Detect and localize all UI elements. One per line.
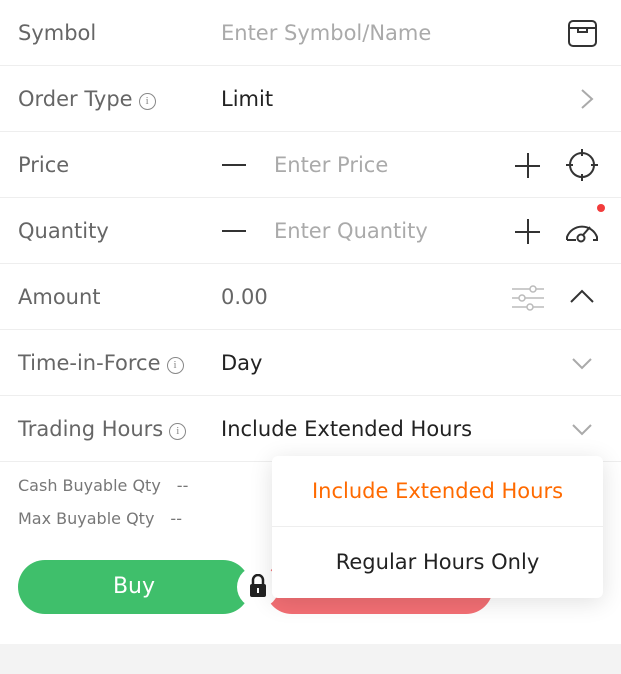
cash-buyable-qty: Cash Buyable Qty -- (18, 476, 189, 495)
price-row: Price Enter Price (0, 132, 621, 198)
price-plus-button[interactable] (515, 153, 540, 178)
info-icon[interactable]: i (138, 93, 156, 110)
sliders-icon[interactable] (512, 285, 544, 311)
trading-hours-value: Include Extended Hours (221, 417, 473, 441)
price-minus-button[interactable] (222, 164, 246, 166)
trading-hours-dropdown: Include Extended Hours Regular Hours Onl… (272, 456, 603, 598)
option-include-extended-hours[interactable]: Include Extended Hours (272, 456, 603, 527)
box-icon[interactable] (568, 20, 597, 47)
chevron-right-icon (581, 89, 594, 109)
time-in-force-label: Time-in-Force (18, 351, 161, 375)
max-buyable-qty: Max Buyable Qty -- (18, 509, 182, 528)
crosshair-icon[interactable] (566, 149, 598, 181)
info-icon[interactable]: i (166, 357, 184, 374)
symbol-label: Symbol (18, 21, 97, 45)
lock-icon (250, 574, 266, 597)
trading-hours-label: Trading Hours (18, 417, 164, 441)
price-input[interactable]: Enter Price (274, 132, 388, 198)
order-type-value: Limit (221, 87, 274, 111)
amount-value: 0.00 (221, 285, 268, 309)
symbol-row[interactable]: Symbol Enter Symbol/Name (0, 0, 621, 66)
quantity-minus-button[interactable] (222, 230, 246, 232)
order-type-row[interactable]: Order Type i Limit (0, 66, 621, 132)
symbol-input[interactable]: Enter Symbol/Name (221, 0, 431, 66)
chevron-up-icon[interactable] (569, 288, 595, 304)
amount-label: Amount (18, 285, 101, 309)
price-label: Price (18, 153, 70, 177)
quantity-label: Quantity (18, 219, 109, 243)
chevron-down-icon (572, 424, 592, 436)
info-icon[interactable]: i (169, 423, 187, 440)
buy-button[interactable]: Buy (18, 560, 250, 614)
time-in-force-row[interactable]: Time-in-Force i Day (0, 330, 621, 396)
chevron-down-icon (572, 358, 592, 370)
option-regular-hours-only[interactable]: Regular Hours Only (272, 527, 603, 598)
quantity-input[interactable]: Enter Quantity (274, 198, 428, 264)
gauge-icon[interactable] (563, 202, 605, 244)
time-in-force-value: Day (221, 351, 263, 375)
amount-row: Amount 0.00 (0, 264, 621, 330)
quantity-plus-button[interactable] (515, 219, 540, 244)
quantity-row: Quantity Enter Quantity (0, 198, 621, 264)
order-type-label: Order Type (18, 87, 133, 111)
trading-hours-row[interactable]: Trading Hours i Include Extended Hours (0, 396, 621, 462)
